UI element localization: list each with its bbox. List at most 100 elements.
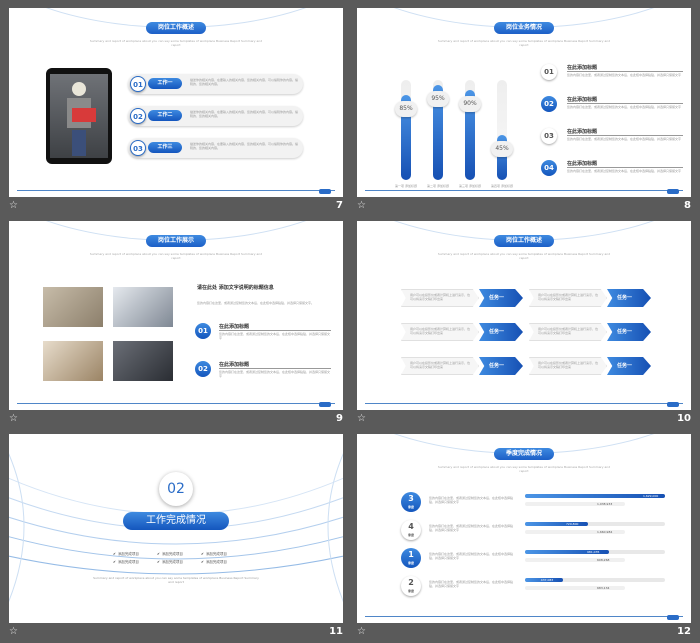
bar-percent: 95% [427,91,449,107]
slide-7[interactable]: 岗位工作概述 Summary and report of workplace a… [9,8,343,197]
point-desc: 您的内容打在这里，或者通过复制您的文本后，在此框中选择粘贴，并选择只保留文字 [567,137,682,141]
task-item[interactable]: 用户可以在投影仪或者计算机上进行演示，也可以将演示文稿打印出来 任务一 [529,289,651,307]
star-icon[interactable]: ☆ [357,198,366,214]
quarter-value-primary: 1,629,000 [643,494,659,498]
point-desc: 您的内容打在这里，或者通过复制您的文本后，在此框中选择粘贴，并选择只保留文字 [219,370,331,378]
star-icon[interactable]: ☆ [9,198,18,214]
footer-line [365,616,683,617]
check-icon: ✔ [157,560,160,564]
work-item-2[interactable]: 02 工作二 描述你的相关内容，在要输入的相关内容，您的相关内容，可以编辑你的内… [128,106,303,126]
point-desc: 您的内容打在这里，或者通过复制您的文本后，在此框中选择粘贴，并选择只保留文字 [567,105,682,109]
task-desc-box: 用户可以在投影仪或者计算机上进行演示，也可以将演示文稿打印出来 [401,289,479,307]
task-item[interactable]: 用户可以在投影仪或者计算机上进行演示，也可以将演示文稿打印出来 任务一 [401,357,523,375]
task-item[interactable]: 用户可以在投影仪或者计算机上进行演示，也可以将演示文稿打印出来 任务一 [529,323,651,341]
star-icon[interactable]: ☆ [357,411,366,427]
quarter-value-secondary: 608,268 [597,558,610,562]
task-desc: 用户可以在投影仪或者计算机上进行演示，也可以将演示文稿打印出来 [538,327,599,335]
tablet-image [46,68,112,164]
photo-keyboard [113,287,173,327]
point-desc: 您的内容打在这里，或者通过复制您的文本后，在此框中选择粘贴，并选择只保留文字 [219,332,331,340]
intro-desc: 您的内容打在这里，或者通过复制您的文本后，在此框中选择粘贴，并选择只保留文字。 [197,301,315,305]
slide-subtitle: Summary and report of workplace about yo… [89,39,263,47]
quarter-desc: 您的内容打在这里，或者通过复制您的文本后，在此框中选择粘贴，并选择只保留文字 [429,496,514,504]
item-label: 工作三 [148,142,182,153]
bullet-label: 添加完成项目 [205,552,227,556]
slide-8[interactable]: 岗位业务情况 Summary and report of workplace a… [357,8,691,197]
photo-paperwork [43,341,103,381]
bar-track [465,80,475,180]
point-arrow [567,71,683,72]
slide-number: 8 [684,200,691,211]
point-number: 02 [195,361,211,377]
task-label: 任务一 [607,289,651,307]
task-item[interactable]: 用户可以在投影仪或者计算机上进行演示，也可以将演示文稿打印出来 任务一 [529,357,651,375]
quarter-value-primary: 437,083 [540,578,554,582]
slide-12[interactable]: 季度完成情况 Summary and report of workplace a… [357,434,691,623]
footer-tag [667,189,679,194]
work-item-1[interactable]: 01 工作一 描述你的相关内容，在要输入的相关内容，您的相关内容，可以编辑你的内… [128,74,303,94]
check-icon: ✔ [113,560,116,564]
star-icon[interactable]: ☆ [9,624,18,640]
slide-number: 9 [336,413,343,424]
bullet-label: 添加完成项目 [117,560,139,564]
slide-number: 10 [677,413,691,424]
slide-title: 岗位业务情况 [493,22,555,34]
task-label: 任务一 [479,323,523,341]
task-desc: 用户可以在投影仪或者计算机上进行演示，也可以将演示文稿打印出来 [538,293,599,301]
slide-11[interactable]: 02 工作完成情况 ✔ 添加完成项目 ✔ 添加完成项目 ✔ 添加完成项目 ✔ 添加完成项目 ✔ 添… [9,434,343,623]
slide-title: 季度完成情况 [493,448,555,460]
star-icon[interactable]: ☆ [9,411,18,427]
slide-10[interactable]: 岗位工作概述 Summary and report of workplace a… [357,221,691,410]
footer-line [17,403,335,404]
task-item[interactable]: 用户可以在投影仪或者计算机上进行演示，也可以将演示文稿打印出来 任务一 [401,289,523,307]
slide-9[interactable]: 岗位工作展示 Summary and report of workplace a… [9,221,343,410]
point-heading: 在此添加标题 [567,129,598,135]
quarter-value-primary: 729,800 [566,522,579,526]
bar-label: 第三项 添加标题 [459,184,481,188]
quarter-badge: 3 季度 [401,492,421,512]
quarter-bar-fill [525,522,588,526]
star-icon[interactable]: ☆ [357,624,366,640]
footer-line [17,190,335,191]
quarter-value-primary: 981,035 [587,550,600,554]
slide-title: 岗位工作展示 [145,235,207,247]
item-desc: 描述你的相关内容，在要输入的相关内容，您的相关内容，可以编辑你的内容。编辑的，您… [190,142,299,150]
task-label: 任务一 [479,289,523,307]
slide-subtitle: Summary and report of workplace about yo… [89,252,263,260]
quarter-value-secondary: 1,660,984 [597,530,613,534]
task-desc-box: 用户可以在投影仪或者计算机上进行演示，也可以将演示文稿打印出来 [529,289,607,307]
slide-number: 7 [336,200,343,211]
check-icon: ✔ [157,552,160,556]
item-desc: 描述你的相关内容，在要输入的相关内容，您的相关内容，可以编辑你的内容。编辑的，您… [190,78,299,86]
item-label: 工作二 [148,110,182,121]
point-arrow [567,167,683,168]
slide-subtitle: Summary and report of workplace about yo… [437,465,611,473]
quarter-value-secondary: 1,038,933 [597,502,613,506]
slide-10-meta: ☆ 10 [357,411,691,427]
bar-percent: 90% [459,96,481,112]
intro-title: 请在此处 添加文字说明的标题信息 [197,285,274,291]
task-desc: 用户可以在投影仪或者计算机上进行演示，也可以将演示文稿打印出来 [538,361,599,369]
quarter-bar-secondary [525,586,625,590]
task-label: 任务一 [607,323,651,341]
bullet-label: 添加完成项目 [205,560,227,564]
check-icon: ✔ [201,560,204,564]
quarter-number: 4 [408,522,414,531]
task-item[interactable]: 用户可以在投影仪或者计算机上进行演示，也可以将演示文稿打印出来 任务一 [401,323,523,341]
quarter-badge: 1 季度 [401,548,421,568]
quarter-value-secondary: 683,134 [597,586,610,590]
point-heading: 在此添加标题 [219,362,250,368]
check-icon: ✔ [201,552,204,556]
task-desc-box: 用户可以在投影仪或者计算机上进行演示，也可以将演示文稿打印出来 [529,357,607,375]
point-number: 02 [541,96,557,112]
point-number: 03 [541,128,557,144]
footer-tag [319,189,331,194]
slide-9-meta: ☆ 9 [9,411,343,427]
check-icon: ✔ [113,552,116,556]
point-heading: 在此添加标题 [567,65,598,71]
item-number: 02 [130,108,146,124]
work-item-3[interactable]: 03 工作三 描述你的相关内容，在要输入的相关内容，您的相关内容，可以编辑你的内… [128,138,303,158]
task-desc-box: 用户可以在投影仪或者计算机上进行演示，也可以将演示文稿打印出来 [401,323,479,341]
section-desc: Summary and report of workplace about yo… [93,576,259,584]
quarter-badge: 2 季度 [401,576,421,596]
